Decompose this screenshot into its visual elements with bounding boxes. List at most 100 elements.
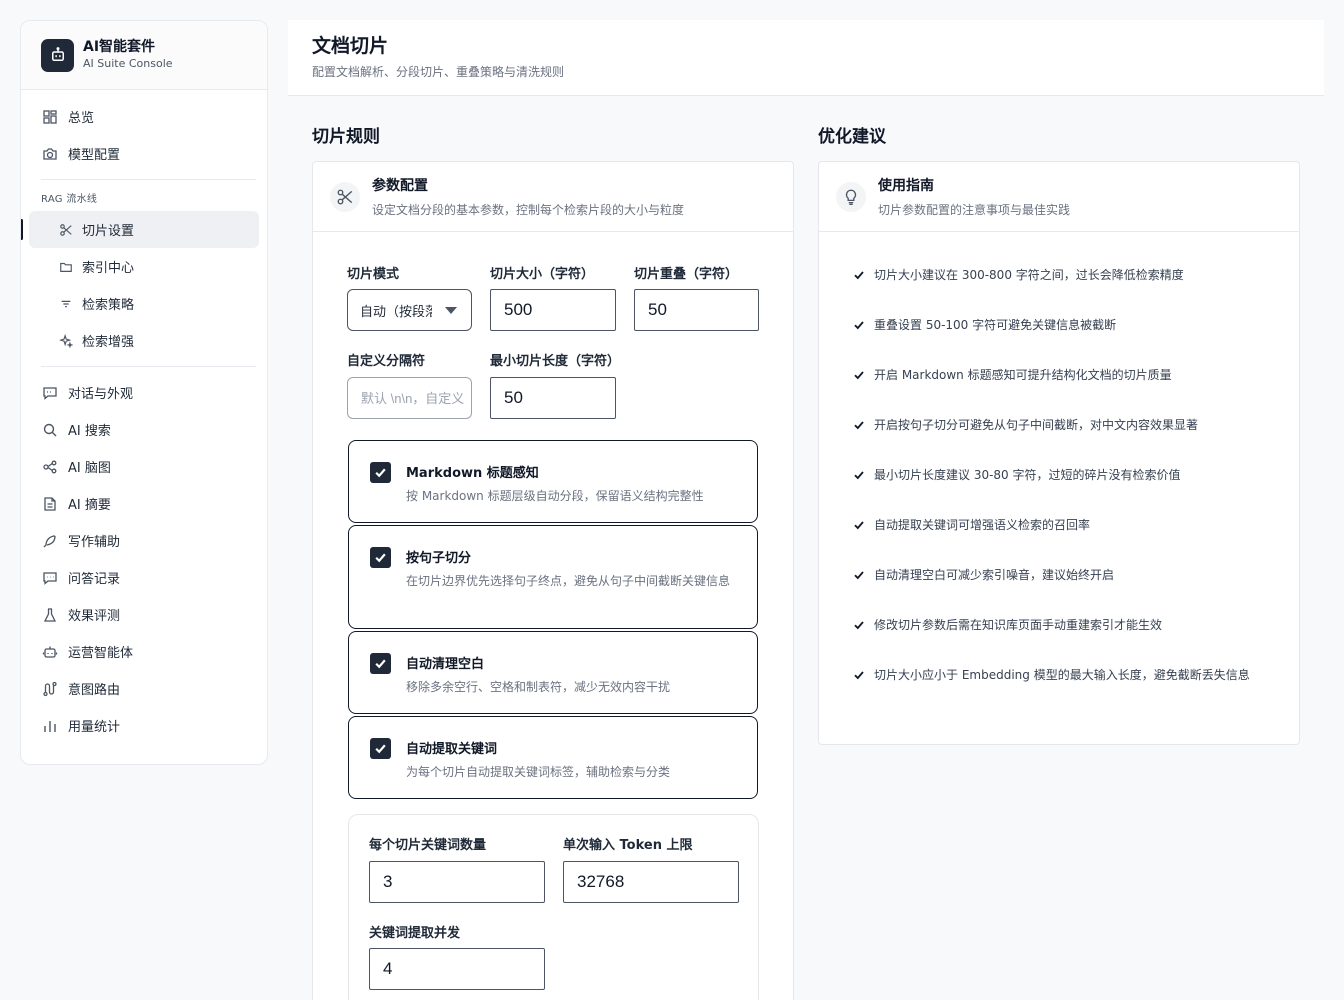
sidebar-item-chat-appearance[interactable]: 对话与外观 [21,374,267,411]
list-item: 自动清理空白可减少索引噪音，建议始终开启 [853,562,1273,588]
bar-chart-icon [42,718,58,734]
section-title-rules: 切片规则 [312,127,380,147]
sidebar-item-label: AI 摘要 [68,498,111,513]
token-limit-input[interactable] [563,861,739,903]
sidebar-item-evaluation[interactable]: 效果评测 [21,596,267,633]
checkbox[interactable] [370,738,391,759]
option-description: 移除多余空行、空格和制表符，减少无效内容干扰 [406,680,671,694]
sidebar-item-index-center[interactable]: 索引中心 [21,248,267,285]
list-item: 最小切片长度建议 30-80 字符，过短的碎片没有检索价值 [853,462,1273,488]
check-icon [854,271,864,280]
sidebar-item-label: 写作辅助 [68,535,121,550]
sidebar-item-chunk-settings[interactable]: 切片设置 [21,211,259,248]
concurrency-label: 关键词提取并发 [369,926,461,941]
sidebar-item-label: 效果评测 [68,609,121,624]
sidebar-item-label: 问答记录 [68,572,121,587]
chunk-overlap-label: 切片重叠（字符） [634,267,739,282]
tip-text: 切片大小应小于 Embedding 模型的最大输入长度，避免截断丢失信息 [874,668,1250,682]
sparkle-icon [59,333,73,348]
sidebar-item-label: AI 脑图 [68,461,111,476]
tip-text: 自动提取关键词可增强语义检索的召回率 [874,518,1091,532]
checkbox[interactable] [370,462,391,483]
option-description: 按 Markdown 标题层级自动分段，保留语义结构完整性 [406,489,704,503]
sidebar-item-qa-records[interactable]: 问答记录 [21,559,267,596]
sidebar-section-label-rag: RAG 流水线 [41,194,98,205]
tip-text: 开启 Markdown 标题感知可提升结构化文档的切片质量 [874,368,1172,382]
filter-icon [59,297,73,311]
chevron-down-icon [445,307,457,314]
chunk-mode-select[interactable]: 自动（按段落） [347,289,472,331]
sidebar-item-ai-mindmap[interactable]: AI 脑图 [21,448,267,485]
option-sentence-split[interactable]: 按句子切分 在切片边界优先选择句子终点，避免从句子中间截断关键信息 [348,525,758,629]
tip-text: 修改切片参数后需在知识库页面手动重建索引才能生效 [874,618,1163,632]
tip-text: 切片大小建议在 300-800 字符之间，过长会降低检索精度 [874,268,1184,282]
tip-text: 最小切片长度建议 30-80 字符，过短的碎片没有检索价值 [874,468,1181,482]
chunk-mode-label: 切片模式 [347,267,400,282]
sidebar-item-label: 运营智能体 [68,646,134,661]
keywords-per-chunk-input[interactable] [369,861,545,903]
guide-card-header: 使用指南 切片参数配置的注意事项与最佳实践 [819,162,1299,232]
sidebar-nav: 总览 模型配置 RAG 流水线 切片设置 索引中心 检索策略 检索增强 对话与外… [21,90,267,744]
guide-card-subtitle: 切片参数配置的注意事项与最佳实践 [878,203,1071,217]
sidebar-item-intent-routing[interactable]: 意图路由 [21,670,267,707]
option-trim-whitespace[interactable]: 自动清理空白 移除多余空行、空格和制表符，减少无效内容干扰 [348,631,758,714]
separator-input[interactable] [347,377,472,419]
chunk-mode-value: 自动（按段落） [360,304,432,320]
sidebar-item-model-config[interactable]: 模型配置 [21,135,267,172]
sidebar: AI智能套件 AI Suite Console 总览 模型配置 RAG 流水线 … [20,20,268,765]
params-card-header: 参数配置 设定文档分段的基本参数，控制每个检索片段的大小与粒度 [313,162,793,232]
sidebar-divider [41,179,256,180]
mindmap-icon [42,459,58,475]
concurrency-input[interactable] [369,948,545,990]
flask-icon [42,607,58,623]
min-length-input[interactable] [490,377,616,419]
page-header: 文档切片 配置文档解析、分段切片、重叠策略与清洗规则 [288,20,1324,96]
sidebar-item-ai-search[interactable]: AI 搜索 [21,411,267,448]
page-title: 文档切片 [312,35,389,57]
check-icon [854,521,864,530]
guide-card-title: 使用指南 [878,178,934,194]
option-description: 在切片边界优先选择句子终点，避免从句子中间截断关键信息 [406,574,731,588]
option-markdown-heading[interactable]: Markdown 标题感知 按 Markdown 标题层级自动分段，保留语义结构… [348,440,758,523]
sidebar-item-label: 对话与外观 [68,387,134,402]
option-title: 自动清理空白 [406,657,485,672]
chunk-size-input[interactable] [490,289,616,331]
min-length-label: 最小切片长度（字符） [490,354,621,369]
check-icon [854,421,864,430]
chunk-overlap-input[interactable] [634,289,759,331]
camera-icon [42,146,58,162]
sidebar-item-label: 检索策略 [82,298,135,313]
option-title: Markdown 标题感知 [406,466,539,481]
sidebar-item-usage-stats[interactable]: 用量统计 [21,707,267,744]
folder-icon [59,260,73,274]
sidebar-item-overview[interactable]: 总览 [21,98,267,135]
scissors-icon [59,223,73,237]
sidebar-item-ops-agent[interactable]: 运营智能体 [21,633,267,670]
route-icon [42,681,58,697]
section-title-tips: 优化建议 [818,127,886,147]
sidebar-item-writing-assist[interactable]: 写作辅助 [21,522,267,559]
feather-icon [42,533,58,549]
grid-icon [42,109,58,125]
scissors-icon [330,181,360,212]
sidebar-item-retrieval-enhance[interactable]: 检索增强 [21,322,267,359]
chunk-size-label: 切片大小（字符） [490,267,595,282]
sidebar-item-retrieval-strategy[interactable]: 检索策略 [21,285,267,322]
checkbox[interactable] [370,653,391,674]
list-item: 重叠设置 50-100 字符可避免关键信息被截断 [853,312,1273,338]
check-icon [375,553,386,563]
bot-logo-icon [41,38,74,72]
check-icon [854,621,864,630]
brand-title: AI智能套件 [83,39,156,55]
sidebar-item-label: AI 搜索 [68,424,111,439]
check-icon [854,571,864,580]
sidebar-item-ai-summary[interactable]: AI 摘要 [21,485,267,522]
list-item: 自动提取关键词可增强语义检索的召回率 [853,512,1273,538]
list-item: 修改切片参数后需在知识库页面手动重建索引才能生效 [853,612,1273,638]
option-extract-keywords[interactable]: 自动提取关键词 为每个切片自动提取关键词标签，辅助检索与分类 [348,716,758,799]
option-title: 自动提取关键词 [406,742,498,757]
active-indicator [21,219,23,240]
lightbulb-icon [836,181,866,212]
checkbox[interactable] [370,547,391,568]
check-icon [854,671,864,680]
